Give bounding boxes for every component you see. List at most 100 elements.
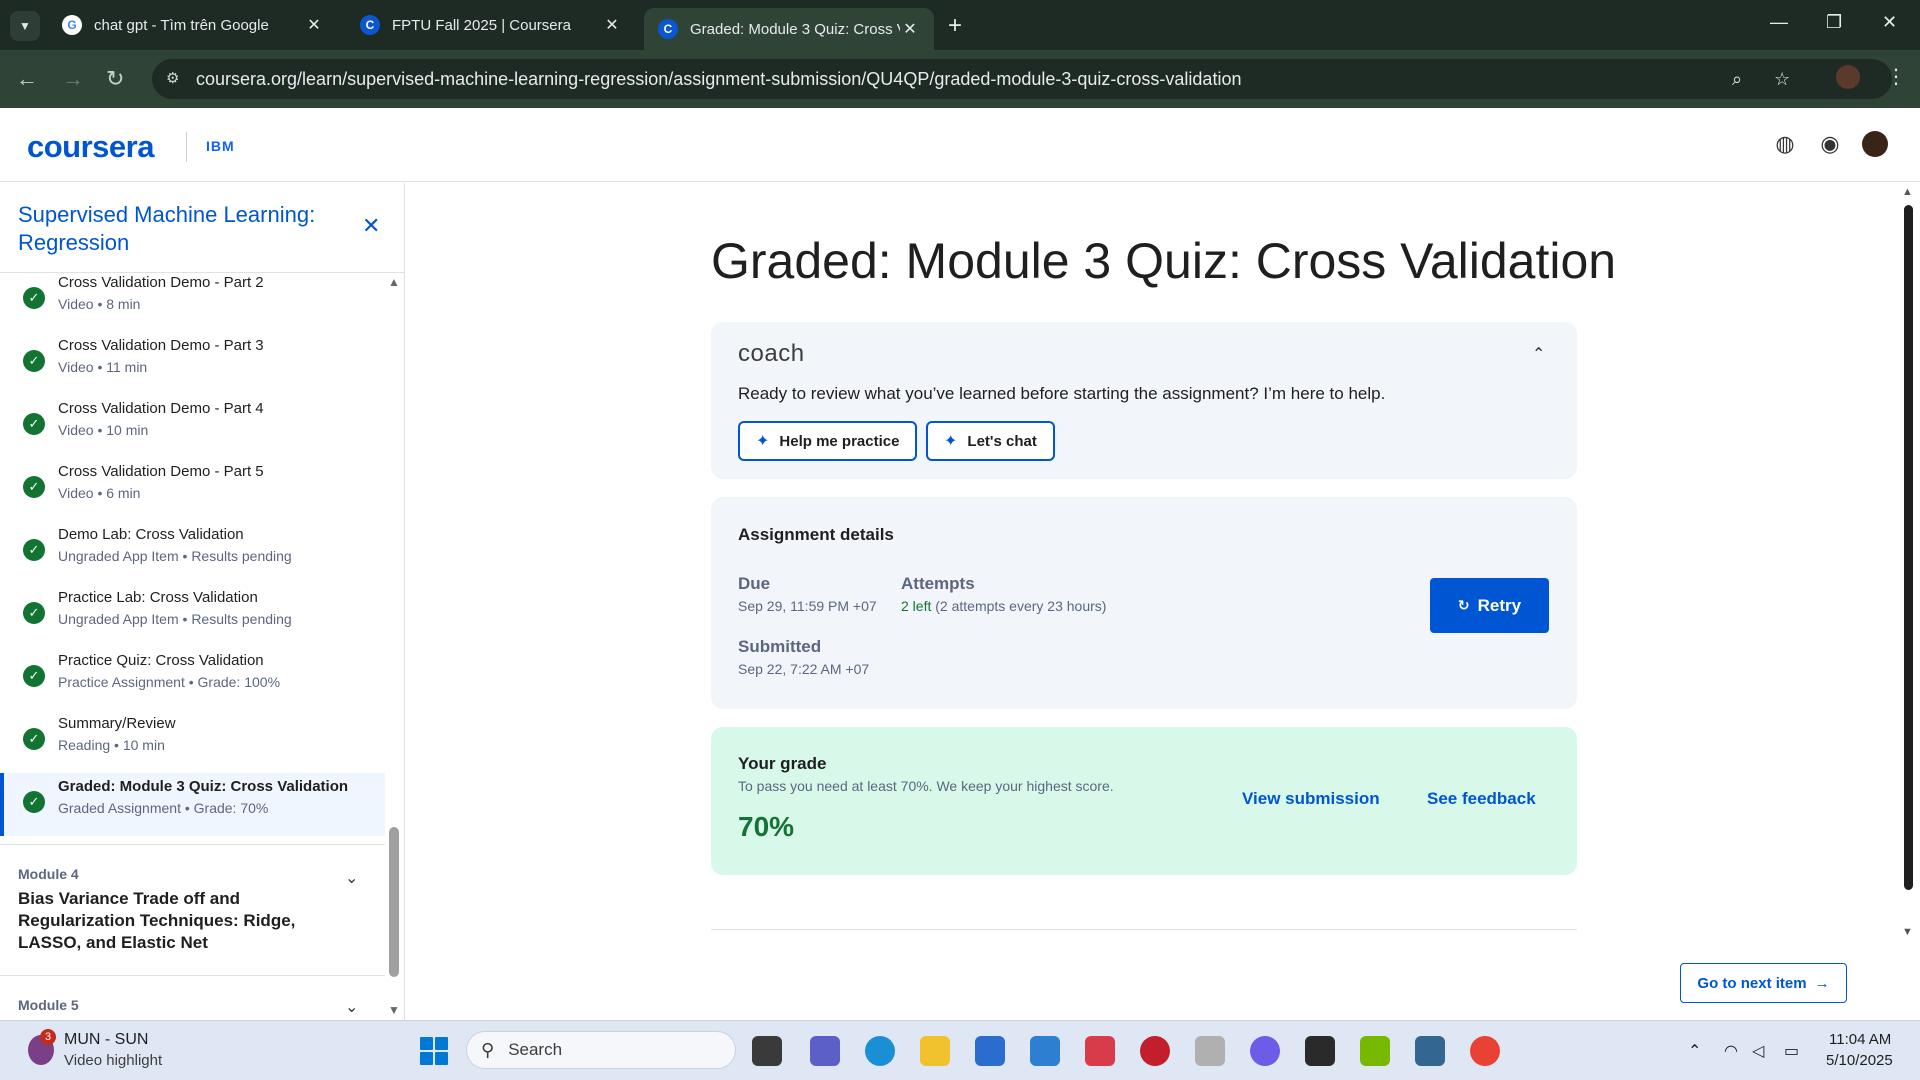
view-submission-link[interactable]: View submission (1242, 789, 1380, 809)
tab-search-button[interactable]: ▼ (10, 11, 40, 41)
forward-icon[interactable]: → (62, 66, 84, 92)
scroll-up-arrow[interactable]: ▲ (1902, 186, 1913, 198)
item-meta: Video • 10 min (58, 422, 149, 438)
url-input[interactable]: ⚙ coursera.org/learn/supervised-machine-… (152, 59, 1892, 99)
list-item-active[interactable]: ✓ Graded: Module 3 Quiz: Cross Validatio… (0, 773, 385, 836)
app-icon[interactable] (1195, 1036, 1225, 1066)
button-label: Go to next item (1697, 974, 1807, 992)
item-meta: Reading • 10 min (58, 737, 165, 753)
sidebar-scrollbar-thumb[interactable] (389, 827, 399, 977)
list-item[interactable]: ✓ Summary/Review Reading • 10 min (0, 710, 385, 773)
scroll-down-arrow[interactable]: ▼ (1902, 926, 1913, 938)
lets-chat-button[interactable]: ✦ Let's chat (926, 421, 1055, 461)
app-icon[interactable] (1085, 1036, 1115, 1066)
list-item[interactable]: ✓ Practice Quiz: Cross Validation Practi… (0, 647, 385, 710)
coach-card: coach ⌃ Ready to review what you’ve lear… (711, 322, 1577, 479)
site-info-icon[interactable]: ⚙ (166, 69, 179, 87)
nvidia-icon[interactable] (1360, 1036, 1390, 1066)
bookmark-star-icon[interactable]: ☆ (1774, 69, 1790, 90)
see-feedback-link[interactable]: See feedback (1427, 789, 1536, 809)
item-meta: Video • 6 min (58, 485, 141, 501)
globe-icon[interactable]: ◍ (1771, 130, 1799, 158)
postgres-icon[interactable] (1415, 1036, 1445, 1066)
main-scrollbar-thumb[interactable] (1904, 205, 1913, 890)
list-item[interactable]: ✓ Cross Validation Demo - Part 3 Video •… (0, 332, 385, 395)
clock-time[interactable]: 11:04 AM (1829, 1031, 1891, 1048)
tab-title: chat gpt - Tìm trên Google (94, 16, 269, 34)
item-title: Practice Lab: Cross Validation (58, 589, 258, 606)
app-icon[interactable] (1140, 1036, 1170, 1066)
new-tab-icon[interactable]: + (948, 12, 962, 40)
check-circle-icon: ✓ (23, 287, 45, 309)
windows-start-icon[interactable] (420, 1037, 448, 1065)
arrow-right-icon: → (1814, 974, 1830, 992)
list-item[interactable]: ✓ Practice Lab: Cross Validation Ungrade… (0, 584, 385, 647)
chevron-down-icon[interactable]: ⌄ (345, 997, 358, 1017)
chevron-up-icon[interactable]: ⌃ (1532, 344, 1545, 364)
clock-date[interactable]: 5/10/2025 (1826, 1052, 1893, 1069)
tab-google[interactable]: G chat gpt - Tìm trên Google ✕ (48, 8, 338, 42)
coursera-logo[interactable]: coursera (27, 129, 154, 165)
edge-icon[interactable] (865, 1036, 895, 1066)
list-item[interactable]: ✓ Demo Lab: Cross Validation Ungraded Ap… (0, 521, 385, 584)
tab-coursera-fptu[interactable]: C FPTU Fall 2025 | Coursera ✕ (346, 8, 636, 42)
coach-avatar-icon[interactable]: ◉ (1816, 130, 1844, 158)
module-label: Module 5 (18, 997, 79, 1013)
store-icon[interactable] (975, 1036, 1005, 1066)
check-circle-icon: ✓ (23, 413, 45, 435)
zoom-icon[interactable]: ⌕ (1732, 69, 1742, 90)
task-view-icon[interactable] (752, 1036, 782, 1066)
item-list: ✓ Cross Validation Demo - Part 2 Video •… (0, 269, 385, 836)
item-meta: Practice Assignment • Grade: 100% (58, 674, 281, 690)
scroll-down-arrow[interactable]: ▼ (388, 1003, 400, 1017)
retry-button[interactable]: ↻ Retry (1430, 578, 1549, 633)
item-meta: Graded Assignment • Grade: 70% (58, 800, 269, 816)
attempts-left: 2 left (901, 598, 932, 614)
restore-icon[interactable]: ❐ (1826, 12, 1842, 33)
widget-subtitle[interactable]: Video highlight (64, 1052, 162, 1069)
teams-icon[interactable] (810, 1036, 840, 1066)
list-item[interactable]: ✓ Cross Validation Demo - Part 4 Video •… (0, 395, 385, 458)
taskbar-search[interactable]: ⚲ Search (466, 1031, 736, 1069)
grade-value: 70% (738, 811, 795, 842)
grade-heading: Your grade (738, 754, 827, 773)
app-icon[interactable] (1305, 1036, 1335, 1066)
scroll-up-arrow[interactable]: ▲ (388, 275, 400, 289)
browser-profile-avatar[interactable] (1836, 65, 1860, 89)
module-4-section[interactable]: Module 4 Bias Variance Trade off and Reg… (18, 866, 358, 954)
chevron-down-icon[interactable]: ⌄ (345, 868, 358, 888)
close-tab-icon[interactable]: ✕ (900, 19, 920, 39)
file-explorer-icon[interactable] (920, 1036, 950, 1066)
module-5-section[interactable]: Module 5 (18, 997, 358, 1013)
module-label: Module 4 (18, 866, 79, 882)
next-item-button[interactable]: Go to next item → (1680, 963, 1847, 1003)
windows-taskbar: 3 MUN - SUN Video highlight ⚲ Search ⌃ ◠… (0, 1020, 1920, 1080)
check-circle-icon: ✓ (23, 602, 45, 624)
battery-icon[interactable]: ▭ (1784, 1041, 1799, 1061)
item-meta: Video • 11 min (58, 359, 148, 375)
wifi-icon[interactable]: ◠ (1724, 1041, 1738, 1061)
reload-icon[interactable]: ↻ (106, 66, 124, 92)
widget-title[interactable]: MUN - SUN (64, 1031, 148, 1049)
close-tab-icon[interactable]: ✕ (304, 15, 324, 35)
check-circle-icon: ✓ (23, 791, 45, 813)
course-title[interactable]: Supervised Machine Learning: Regression (18, 201, 348, 257)
close-window-icon[interactable]: ✕ (1882, 12, 1897, 33)
close-tab-icon[interactable]: ✕ (602, 15, 622, 35)
close-icon[interactable]: ✕ (362, 213, 380, 239)
tab-quiz[interactable]: C Graded: Module 3 Quiz: Cross Validatio… (644, 8, 934, 50)
chrome-icon[interactable] (1470, 1036, 1500, 1066)
copilot-icon[interactable] (1250, 1036, 1280, 1066)
attempts-policy: (2 attempts every 23 hours) (931, 598, 1107, 614)
minimize-icon[interactable]: — (1770, 12, 1788, 33)
photos-icon[interactable] (1030, 1036, 1060, 1066)
list-item[interactable]: ✓ Cross Validation Demo - Part 5 Video •… (0, 458, 385, 521)
button-label: Let's chat (967, 432, 1037, 450)
help-me-practice-button[interactable]: ✦ Help me practice (738, 421, 918, 461)
chevron-up-icon[interactable]: ⌃ (1688, 1041, 1701, 1061)
list-item[interactable]: ✓ Cross Validation Demo - Part 2 Video •… (0, 269, 385, 332)
volume-icon[interactable]: ◁ (1752, 1041, 1764, 1061)
user-avatar[interactable] (1862, 131, 1888, 157)
browser-menu-icon[interactable]: ⋮ (1886, 64, 1906, 89)
back-icon[interactable]: ← (16, 66, 38, 92)
